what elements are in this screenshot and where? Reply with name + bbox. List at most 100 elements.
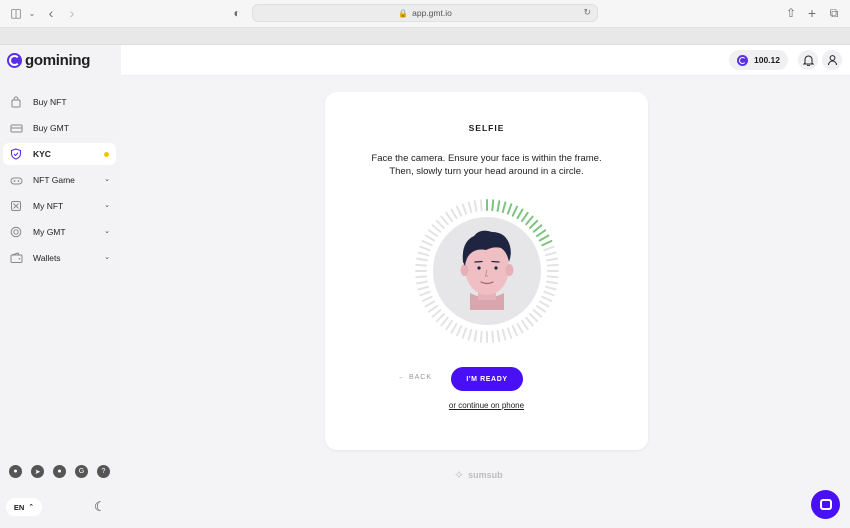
reload-icon[interactable]: ↻: [583, 7, 591, 18]
progress-tick: [427, 304, 439, 313]
sidebar-item-my-gmt[interactable]: My GMT ⌄: [3, 221, 116, 243]
continue-on-phone-link[interactable]: or continue on phone: [325, 401, 648, 410]
sidebar-item-label: KYC: [33, 149, 51, 159]
back-arrow-icon[interactable]: ‹: [46, 5, 56, 21]
progress-tick: [467, 201, 473, 214]
sidebar-item-nft-game[interactable]: NFT Game ⌄: [3, 169, 116, 191]
tab-strip: [0, 28, 850, 45]
gamepad-icon: [9, 173, 23, 187]
progress-tick: [525, 215, 534, 226]
brand-name: gomining: [25, 52, 91, 69]
sidebar-item-label: NFT Game: [33, 175, 75, 185]
progress-tick: [516, 208, 524, 220]
balance-value: 100.12: [754, 55, 780, 65]
bag-icon: [9, 95, 23, 109]
gomining-icon[interactable]: G: [75, 465, 88, 478]
progress-tick: [421, 239, 433, 247]
chevron-down-icon[interactable]: ⌄: [28, 6, 36, 20]
progress-tick: [461, 203, 468, 215]
discord-icon[interactable]: ●: [9, 465, 22, 478]
kyc-card: SELFIE Face the camera. Ensure your face…: [325, 92, 648, 450]
chat-icon: [819, 499, 832, 510]
card-icon: [9, 121, 23, 135]
progress-tick: [543, 290, 555, 297]
brand-logo[interactable]: gomining: [7, 52, 90, 69]
back-button[interactable]: ← BACK: [398, 374, 432, 381]
progress-tick: [541, 239, 553, 247]
card-title: SELFIE: [468, 123, 505, 133]
progress-tick: [491, 199, 495, 212]
progress-tick: [479, 199, 483, 212]
tabs-overview-icon[interactable]: ⧉: [828, 6, 840, 20]
progress-tick: [544, 285, 557, 291]
help-icon[interactable]: ?: [97, 465, 110, 478]
progress-tick: [546, 280, 558, 285]
progress-tick: [415, 275, 428, 279]
chevron-down-icon[interactable]: ⌄: [104, 175, 110, 183]
progress-tick: [501, 328, 507, 341]
progress-tick: [479, 330, 483, 343]
cube-icon: [9, 199, 23, 213]
sidebar-item-label: Buy NFT: [33, 97, 67, 107]
progress-tick: [435, 313, 445, 323]
progress-tick: [415, 263, 428, 267]
new-tab-icon[interactable]: +: [806, 5, 818, 21]
progress-tick: [543, 245, 555, 252]
app-header: 100.12: [121, 45, 850, 76]
progress-tick: [511, 325, 519, 337]
sidebar-item-wallets[interactable]: Wallets ⌄: [3, 247, 116, 269]
progress-tick: [450, 322, 458, 334]
lock-icon: 🔒: [398, 8, 409, 18]
progress-tick: [520, 211, 529, 223]
progress-tick: [440, 215, 449, 226]
sidebar-item-label: Wallets: [33, 253, 61, 263]
sidebar-item-label: My GMT: [33, 227, 66, 237]
progress-tick: [445, 319, 454, 331]
bell-icon[interactable]: [798, 50, 818, 70]
progress-tick: [546, 263, 559, 267]
telegram-icon[interactable]: ➤: [31, 465, 44, 478]
url-text: app.gmt.io: [412, 8, 452, 18]
chevron-down-icon[interactable]: ⌄: [104, 253, 110, 261]
sidebar-item-buy-gmt[interactable]: Buy GMT: [3, 117, 116, 139]
balance-badge[interactable]: 100.12: [729, 50, 788, 70]
progress-tick: [535, 304, 547, 313]
forward-arrow-icon[interactable]: ›: [67, 5, 77, 21]
im-ready-button[interactable]: I'M READY: [451, 367, 523, 391]
sidebar-item-kyc[interactable]: KYC: [3, 143, 116, 165]
progress-tick: [416, 280, 428, 285]
progress-tick: [473, 330, 478, 342]
phone-link-text: or continue on phone: [448, 401, 525, 410]
progress-tick: [546, 275, 559, 279]
chevron-down-icon[interactable]: ⌄: [104, 201, 110, 209]
coin-icon: [9, 225, 23, 239]
progress-tick: [532, 224, 543, 233]
progress-tick: [516, 322, 524, 334]
sidebar-item-my-nft[interactable]: My NFT ⌄: [3, 195, 116, 217]
gmt-coin-icon: [737, 54, 748, 66]
face-scan-frame: [415, 199, 559, 343]
chevron-down-icon[interactable]: ⌄: [104, 227, 110, 235]
address-bar[interactable]: 🔒 app.gmt.io ↻: [252, 4, 598, 22]
language-selector[interactable]: EN ⌃: [6, 498, 42, 516]
progress-tick: [511, 205, 519, 217]
twitter-icon[interactable]: ●: [53, 465, 66, 478]
progress-tick: [541, 295, 553, 303]
sumsub-icon: ✧: [454, 468, 465, 482]
privacy-shield-icon[interactable]: ◐: [232, 6, 242, 20]
progress-tick: [529, 219, 539, 229]
chat-support-button[interactable]: [811, 490, 840, 519]
progress-tick: [455, 325, 463, 337]
progress-tick: [473, 200, 478, 212]
progress-tick: [417, 251, 430, 257]
share-icon[interactable]: ⇧: [785, 6, 797, 20]
sidebar-toggle-icon[interactable]: ◫: [9, 6, 23, 20]
moon-icon[interactable]: ☾: [94, 499, 106, 515]
sumsub-logo: ✧ sumsub: [454, 468, 503, 482]
user-icon[interactable]: [822, 50, 842, 70]
language-label: EN: [13, 502, 25, 512]
selfie-instructions: Face the camera. Ensure your face is wit…: [345, 152, 628, 178]
progress-tick: [419, 290, 431, 297]
progress-tick: [496, 330, 501, 342]
sidebar-item-buy-nft[interactable]: Buy NFT: [3, 91, 116, 113]
